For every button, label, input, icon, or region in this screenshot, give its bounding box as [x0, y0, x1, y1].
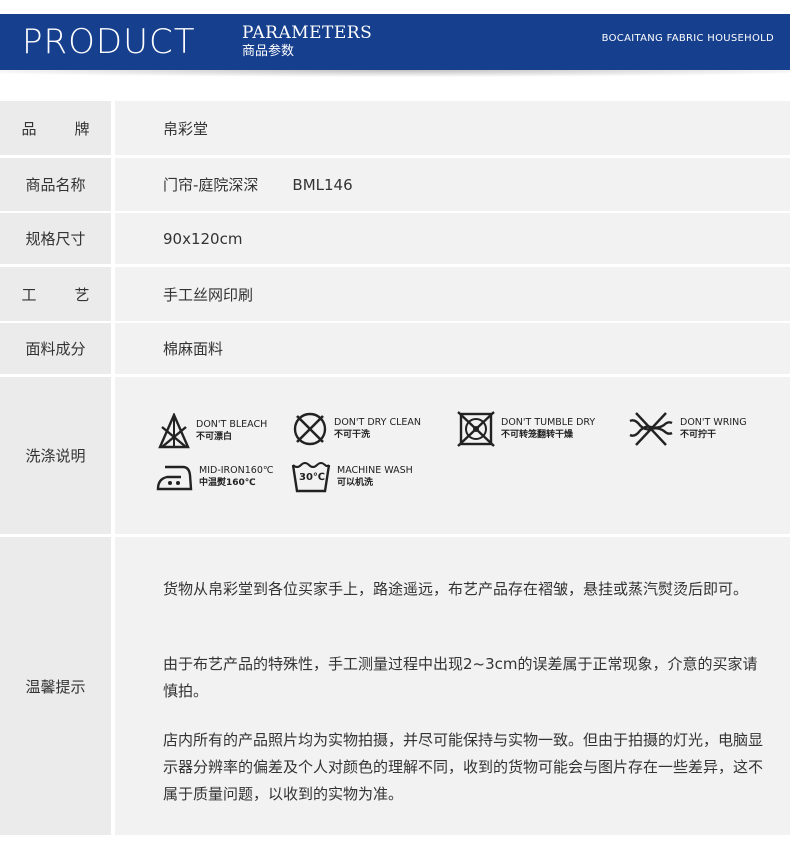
param-label: 规格尺寸 — [0, 213, 111, 264]
param-row-care: 洗涤说明 DON'T BLEACH 不可漂白 DON'T DRY CLEAN 不… — [0, 377, 790, 534]
care-cn: 不可漂白 — [196, 432, 233, 442]
notes-panel: 货物从帛彩堂到各位买家手上，路途遥远，布艺产品存在褶皱，悬挂或蒸汽熨烫后即可。 … — [115, 537, 790, 835]
machine-wash-icon: 30℃ — [291, 461, 331, 493]
dont-tumble-dry-icon — [457, 411, 495, 447]
param-label: 面料成分 — [0, 323, 111, 374]
care-item-machine-wash: 30℃ MACHINE WASH 可以机洗 — [291, 461, 413, 493]
header-shadow — [0, 70, 790, 82]
header-subtitle-en: PARAMETERS — [242, 23, 373, 43]
care-item-tumble-dry: DON'T TUMBLE DRY 不可转笼翻转干燥 — [457, 411, 595, 447]
wash-temp-badge: 30℃ — [299, 472, 326, 483]
product-name: 门帘-庭院深深 — [163, 176, 259, 194]
care-en: DON'T DRY CLEAN — [334, 417, 421, 428]
param-value: 手工丝网印刷 — [115, 267, 790, 321]
param-row-fabric: 面料成分 棉麻面料 — [0, 323, 790, 374]
param-value: 90x120cm — [115, 213, 790, 264]
note-paragraph: 货物从帛彩堂到各位买家手上，路途遥远，布艺产品存在褶皱，悬挂或蒸汽熨烫后即可。 — [163, 580, 749, 598]
header-banner: PRODUCT PARAMETERS 商品参数 BOCAITANG FABRIC… — [0, 14, 790, 70]
care-en: MID-IRON160℃ — [199, 465, 274, 476]
header-title: PRODUCT — [22, 22, 196, 62]
care-item-wring: DON'T WRING 不可拧干 — [628, 411, 747, 447]
header-subtitle-cn: 商品参数 — [242, 44, 295, 59]
param-value: 门帘-庭院深深 BML146 — [115, 158, 790, 211]
dont-wring-icon — [629, 412, 673, 446]
care-cn: 不可拧干 — [680, 430, 717, 440]
note-paragraph: 由于布艺产品的特殊性，手工测量过程中出现2~3cm的误差属于正常现象，介意的买家… — [163, 655, 758, 700]
care-cn: 不可转笼翻转干燥 — [501, 430, 574, 440]
param-row-name: 商品名称 门帘-庭院深深 BML146 — [0, 158, 790, 211]
param-label: 工艺 — [0, 267, 111, 321]
param-row-brand: 品牌 帛彩堂 — [0, 101, 790, 155]
care-panel: DON'T BLEACH 不可漂白 DON'T DRY CLEAN 不可干洗 D… — [115, 377, 790, 534]
note-paragraph: 店内所有的产品照片均为实物拍摄，并尽可能保持与实物一致。但由于拍摄的灯光，电脑显… — [163, 731, 764, 803]
care-cn: 中温熨160℃ — [199, 478, 256, 488]
care-item-iron: MID-IRON160℃ 中温熨160℃ — [155, 461, 274, 493]
param-row-notes: 温馨提示 货物从帛彩堂到各位买家手上，路途遥远，布艺产品存在褶皱，悬挂或蒸汽熨烫… — [0, 537, 790, 835]
care-cn: 不可干洗 — [334, 430, 371, 440]
care-en: MACHINE WASH — [337, 465, 413, 476]
param-row-craft: 工艺 手工丝网印刷 — [0, 267, 790, 321]
care-item-dry-clean: DON'T DRY CLEAN 不可干洗 — [292, 411, 421, 447]
param-label: 商品名称 — [0, 158, 111, 211]
care-en: DON'T WRING — [680, 417, 747, 428]
mid-iron-icon — [156, 465, 193, 491]
param-value: 帛彩堂 — [115, 101, 790, 155]
header-brand: BOCAITANG FABRIC HOUSEHOLD — [601, 33, 774, 44]
param-label: 洗涤说明 — [0, 377, 111, 534]
param-label: 品牌 — [0, 101, 111, 155]
care-item-bleach: DON'T BLEACH 不可漂白 — [158, 413, 267, 449]
care-en: DON'T BLEACH — [196, 419, 268, 430]
param-value: 棉麻面料 — [115, 323, 790, 374]
care-en: DON'T TUMBLE DRY — [501, 417, 596, 428]
param-label: 温馨提示 — [0, 537, 111, 835]
dont-bleach-icon — [158, 413, 190, 449]
product-code: BML146 — [292, 175, 353, 194]
care-cn: 可以机洗 — [337, 478, 374, 488]
param-row-size: 规格尺寸 90x120cm — [0, 213, 790, 264]
dont-dry-clean-icon — [293, 412, 327, 446]
